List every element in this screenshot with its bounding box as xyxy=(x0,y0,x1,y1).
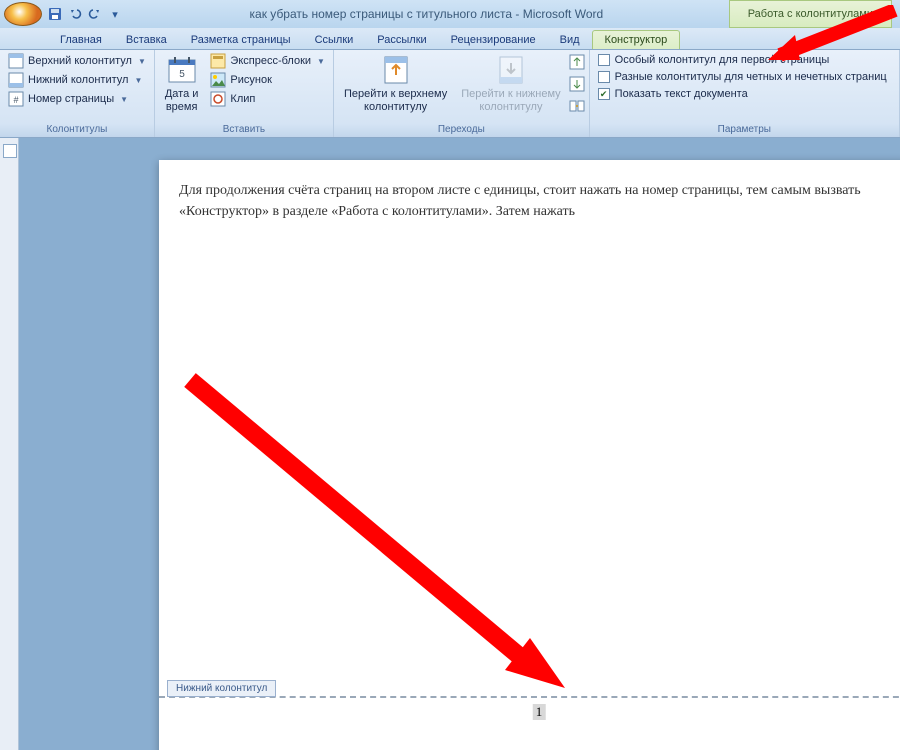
different-first-page-label: Особый колонтитул для первой страницы xyxy=(615,54,830,66)
group-label: Параметры xyxy=(594,122,895,137)
calendar-icon: 5 xyxy=(166,54,198,86)
contextual-tab-group: Работа с колонтитулами xyxy=(729,0,892,28)
ribbon: Верхний колонтитул ▼ Нижний колонтитул ▼… xyxy=(0,50,900,138)
page-viewport[interactable]: Для продолжения счёта страниц на втором … xyxy=(39,138,900,750)
goto-header-icon xyxy=(380,54,412,86)
window-title: как убрать номер страницы с титульного л… xyxy=(124,7,729,21)
header-icon xyxy=(8,53,24,69)
show-document-text-checkbox[interactable]: ✔ Показать текст документа xyxy=(594,86,891,102)
tab-references[interactable]: Ссылки xyxy=(303,31,366,49)
qat-dropdown-icon[interactable]: ▾ xyxy=(106,5,124,23)
different-odd-even-label: Разные колонтитулы для четных и нечетных… xyxy=(615,71,887,83)
group-label: Вставить xyxy=(159,122,329,137)
footer-tag[interactable]: Нижний колонтитул xyxy=(167,680,276,697)
checkbox-icon xyxy=(598,54,610,66)
goto-footer-l2: колонтитулу xyxy=(479,101,542,114)
group-options: Особый колонтитул для первой страницы Ра… xyxy=(590,50,900,137)
tab-home[interactable]: Главная xyxy=(48,31,114,49)
document-area: Для продолжения счёта страниц на втором … xyxy=(0,138,900,750)
picture-label: Рисунок xyxy=(230,74,272,86)
page-number-field[interactable]: 1 xyxy=(533,704,546,720)
tab-designer[interactable]: Конструктор xyxy=(592,30,681,49)
link-previous-icon[interactable] xyxy=(569,98,585,114)
group-label: Колонтитулы xyxy=(4,122,150,137)
picture-button[interactable]: Рисунок xyxy=(206,71,329,89)
checkbox-checked-icon: ✔ xyxy=(598,88,610,100)
svg-text:5: 5 xyxy=(179,69,185,80)
svg-text:#: # xyxy=(13,95,18,105)
group-insert: 5 Дата и время Экспресс-блоки ▼ Ри xyxy=(155,50,334,137)
date-time-button[interactable]: 5 Дата и время xyxy=(159,52,205,115)
page: Для продолжения счёта страниц на втором … xyxy=(159,160,900,750)
different-odd-even-checkbox[interactable]: Разные колонтитулы для четных и нечетных… xyxy=(594,69,891,85)
goto-footer-icon xyxy=(495,54,527,86)
next-section-icon[interactable] xyxy=(569,76,585,92)
vertical-ruler[interactable] xyxy=(0,138,19,750)
clip-button[interactable]: Клип xyxy=(206,90,329,108)
footer-label: Нижний колонтитул xyxy=(28,74,128,86)
chevron-down-icon: ▼ xyxy=(138,57,146,66)
quick-parts-button[interactable]: Экспресс-блоки ▼ xyxy=(206,52,329,70)
different-first-page-checkbox[interactable]: Особый колонтитул для первой страницы xyxy=(594,52,891,68)
ribbon-tabs: Главная Вставка Разметка страницы Ссылки… xyxy=(0,28,900,50)
redo-icon[interactable] xyxy=(86,5,104,23)
quick-access-toolbar: ▾ xyxy=(46,5,124,23)
goto-header-button[interactable]: Перейти к верхнему колонтитулу xyxy=(338,52,453,115)
chevron-down-icon: ▼ xyxy=(120,95,128,104)
clip-label: Клип xyxy=(230,93,255,105)
tab-mailings[interactable]: Рассылки xyxy=(365,31,438,49)
save-icon[interactable] xyxy=(46,5,64,23)
chevron-down-icon: ▼ xyxy=(134,76,142,85)
goto-header-l1: Перейти к верхнему xyxy=(344,88,447,101)
goto-footer-button: Перейти к нижнему колонтитулу xyxy=(455,52,566,115)
office-button[interactable] xyxy=(4,2,42,26)
header-button[interactable]: Верхний колонтитул ▼ xyxy=(4,52,150,70)
document-paragraph: Для продолжения счёта страниц на втором … xyxy=(179,180,899,222)
date-time-label-l1: Дата и xyxy=(165,88,199,101)
title-bar: ▾ как убрать номер страницы с титульного… xyxy=(0,0,900,28)
tab-layout[interactable]: Разметка страницы xyxy=(179,31,303,49)
page-number-icon: # xyxy=(8,91,24,107)
checkbox-icon xyxy=(598,71,610,83)
date-time-label-l2: время xyxy=(166,101,198,114)
show-document-text-label: Показать текст документа xyxy=(615,88,748,100)
quick-parts-label: Экспресс-блоки xyxy=(230,55,311,67)
quick-parts-icon xyxy=(210,53,226,69)
group-navigation: Перейти к верхнему колонтитулу Перейти к… xyxy=(334,50,590,137)
goto-footer-l1: Перейти к нижнему xyxy=(461,88,560,101)
header-label: Верхний колонтитул xyxy=(28,55,132,67)
chevron-down-icon: ▼ xyxy=(317,57,325,66)
tab-insert[interactable]: Вставка xyxy=(114,31,179,49)
prev-section-icon[interactable] xyxy=(569,54,585,70)
page-number-label: Номер страницы xyxy=(28,93,114,105)
undo-icon[interactable] xyxy=(66,5,84,23)
footer-icon xyxy=(8,72,24,88)
group-label: Переходы xyxy=(338,122,585,137)
footer-button[interactable]: Нижний колонтитул ▼ xyxy=(4,71,150,89)
picture-icon xyxy=(210,72,226,88)
clip-icon xyxy=(210,91,226,107)
tab-view[interactable]: Вид xyxy=(548,31,592,49)
goto-header-l2: колонтитулу xyxy=(364,101,427,114)
group-headers-footers: Верхний колонтитул ▼ Нижний колонтитул ▼… xyxy=(0,50,155,137)
tab-review[interactable]: Рецензирование xyxy=(439,31,548,49)
page-number-button[interactable]: # Номер страницы ▼ xyxy=(4,90,150,108)
